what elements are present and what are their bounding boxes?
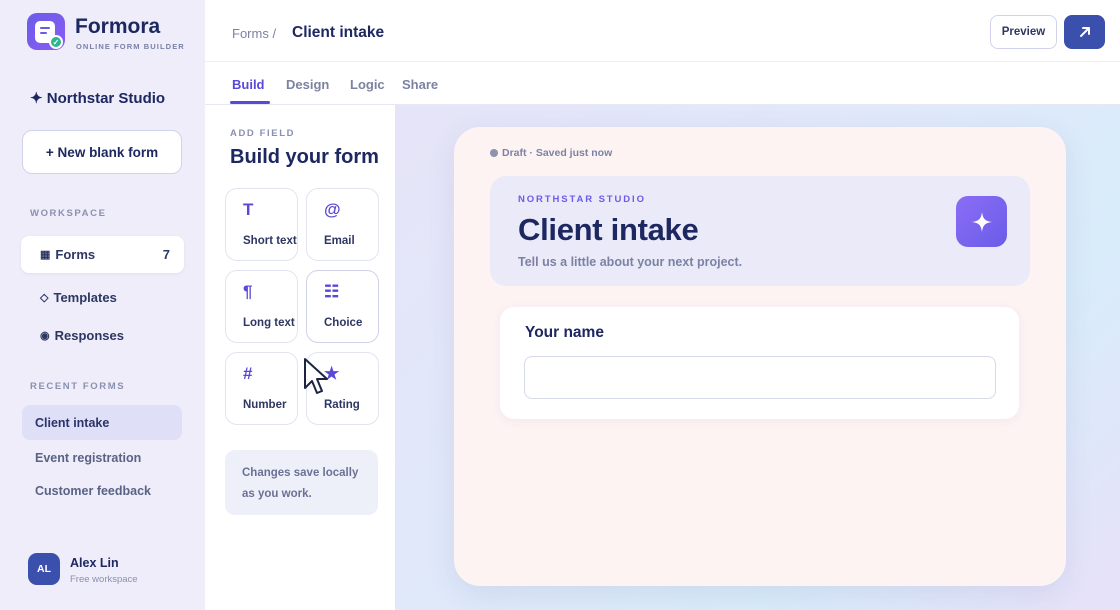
top-bar: Forms / Client intake Preview [205, 0, 1120, 62]
diamond-icon: ◇ [40, 292, 49, 304]
at-icon: @ [324, 200, 341, 219]
form-header: NORTHSTAR STUDIO Client intake Tell us a… [490, 176, 1030, 286]
text-icon: T [243, 200, 254, 219]
sidebar: ✓ Formora ONLINE FORM BUILDER ✦ Northsta… [0, 0, 205, 610]
panel-title: Build your form [230, 146, 379, 168]
app-tagline: ONLINE FORM BUILDER [76, 42, 185, 51]
active-tab-indicator [230, 101, 270, 104]
form-subtitle[interactable]: Tell us a little about your next project… [518, 255, 742, 269]
question-label: Your name [525, 324, 604, 341]
field-label: Email [324, 235, 355, 247]
recent-form-client-intake[interactable]: Client intake [22, 405, 182, 440]
new-blank-form-button[interactable]: + New blank form [22, 130, 182, 174]
user-name: Alex Lin [70, 556, 119, 570]
star-icon: ★ [324, 364, 340, 383]
field-label: Rating [324, 399, 360, 411]
sidebar-item-label: Responses [54, 328, 124, 343]
recent-form-customer-feedback[interactable]: Customer feedback [22, 473, 182, 508]
field-choice[interactable]: ☷ Choice [306, 270, 379, 343]
recent-forms-label: RECENT FORMS [30, 381, 126, 392]
form-title[interactable]: Client intake [518, 212, 699, 248]
field-label: Number [243, 399, 287, 411]
app: ✓ Formora ONLINE FORM BUILDER ✦ Northsta… [0, 0, 1120, 610]
tab-share[interactable]: Share [402, 77, 438, 92]
workspace-name[interactable]: ✦ Northstar Studio [30, 89, 165, 107]
recent-form-event-registration[interactable]: Event registration [22, 440, 182, 475]
draft-status: Draft · Saved just now [490, 147, 612, 159]
workspace-section-label: WORKSPACE [30, 208, 107, 219]
tab-logic[interactable]: Logic [350, 77, 385, 92]
sparkle-icon [971, 211, 992, 232]
hash-icon: # [243, 364, 253, 383]
form-canvas: Draft · Saved just now NORTHSTAR STUDIO … [395, 105, 1120, 610]
page-title: Client intake [292, 24, 385, 41]
user-plan: Free workspace [70, 574, 138, 585]
app-name: Formora [75, 15, 161, 38]
field-rating[interactable]: ★ Rating [306, 352, 379, 425]
form-preview-card: Draft · Saved just now NORTHSTAR STUDIO … [454, 127, 1066, 586]
field-label: Long text [243, 317, 295, 329]
your-name-input[interactable] [524, 356, 996, 399]
autosave-note: Changes save locally as you work. [225, 450, 378, 515]
question-card[interactable]: Your name [500, 307, 1019, 419]
forms-count: 7 [162, 247, 170, 262]
sidebar-item-forms[interactable]: ▦ Forms 7 [21, 236, 184, 273]
field-email[interactable]: @ Email [306, 188, 379, 261]
field-label: Choice [324, 317, 363, 329]
status-dot-icon [490, 149, 498, 157]
tab-build[interactable]: Build [232, 77, 265, 92]
share-button[interactable] [1064, 15, 1105, 49]
sidebar-item-label: Templates [53, 290, 117, 305]
sidebar-item-label: Forms [55, 247, 96, 262]
check-badge-icon: ✓ [49, 35, 63, 49]
tab-bar: Build Design Logic Share [205, 62, 1120, 105]
sidebar-item-templates[interactable]: ◇ Templates [21, 279, 184, 316]
sidebar-item-responses[interactable]: ◉ Responses [21, 317, 184, 354]
radio-dot-icon: ◉ [40, 330, 50, 342]
field-short-text[interactable]: T Short text [225, 188, 298, 261]
preview-button[interactable]: Preview [990, 15, 1057, 49]
sparkle-badge [956, 196, 1007, 247]
list-icon: ☷ [324, 282, 340, 301]
add-field-label: ADD FIELD [230, 128, 296, 139]
tab-design[interactable]: Design [286, 77, 329, 92]
avatar[interactable]: AL [28, 553, 60, 585]
grid-icon: ▦ [40, 249, 51, 261]
form-eyebrow: NORTHSTAR STUDIO [518, 194, 646, 205]
status-text: Draft · Saved just now [502, 147, 613, 159]
field-label: Short text [243, 235, 297, 247]
breadcrumb[interactable]: Forms / [232, 26, 276, 41]
add-field-panel: ADD FIELD Build your form T Short text @… [205, 105, 395, 610]
field-long-text[interactable]: ¶ Long text [225, 270, 298, 343]
field-number[interactable]: # Number [225, 352, 298, 425]
pilcrow-icon: ¶ [243, 282, 253, 301]
arrow-up-right-icon [1079, 27, 1090, 37]
